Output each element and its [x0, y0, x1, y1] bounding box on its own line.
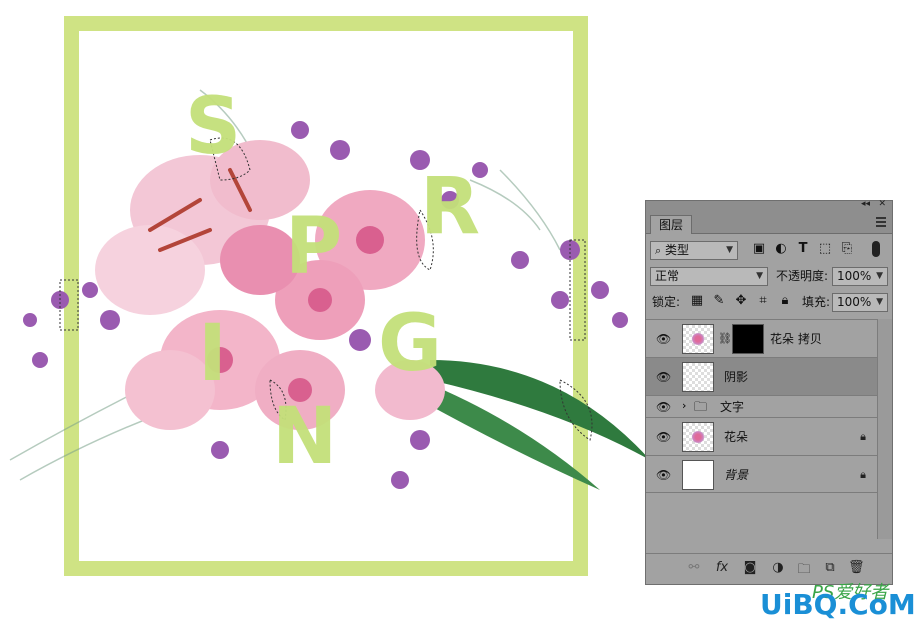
chevron-down-icon: ▼ [726, 245, 733, 255]
letter-n: N [272, 392, 338, 482]
fill-value: 100% [837, 295, 872, 309]
layer-thumbnail [682, 324, 714, 354]
letter-g: G [378, 299, 443, 389]
filter-kind-value: 类型 [665, 243, 690, 257]
layers-list: 👁︎ ⛓︎ 花朵 拷贝 👁︎ 阴影 👁︎ › 🗀 文字 👁︎ 花朵 🔒︎ 👁︎ … [646, 319, 878, 539]
new-layer-icon[interactable]: ⧉ [822, 560, 838, 575]
eye-icon[interactable]: 👁︎ [656, 332, 671, 346]
eye-icon[interactable]: 👁︎ [656, 370, 671, 384]
letter-i: I [198, 309, 228, 399]
chevron-down-icon: ▼ [756, 271, 763, 281]
filter-kind-dropdown[interactable]: ⌕ 类型 ▼ [650, 241, 738, 260]
layer-row-background[interactable]: 👁︎ 背景 🔒︎ [646, 455, 878, 493]
letter-s: S [185, 82, 242, 172]
canvas-artwork: S R P G I N [0, 0, 650, 620]
filter-toggle-icon[interactable] [872, 241, 880, 257]
link-layers-icon[interactable]: ⚯ [686, 560, 702, 575]
panel-tab-row: 图层 [646, 213, 892, 234]
type-filter-icon[interactable]: T [796, 242, 810, 256]
layer-row-text-group[interactable]: 👁︎ › 🗀 文字 [646, 395, 878, 417]
lock-artboard-icon[interactable]: ⌗ [756, 294, 770, 308]
layer-row-flower[interactable]: 👁︎ 花朵 🔒︎ [646, 417, 878, 455]
layer-name[interactable]: 背景 [724, 456, 748, 494]
delete-layer-icon[interactable]: 🗑︎ [848, 560, 865, 575]
fx-icon[interactable]: fx [714, 560, 730, 575]
fill-field[interactable]: 100% ▼ [832, 293, 888, 312]
close-icon[interactable]: ✕ [878, 199, 886, 209]
layers-scrollbar[interactable] [877, 319, 892, 539]
new-group-icon[interactable]: 🗀 [796, 560, 812, 582]
letter-p: P [285, 202, 343, 292]
filter-row: ⌕ 类型 ▼ ▣ ◐ T ⬚ ⎘ [646, 238, 892, 264]
shape-filter-icon[interactable]: ⬚ [818, 242, 832, 256]
tab-layers[interactable]: 图层 [650, 215, 693, 234]
layer-row-flower-copy[interactable]: 👁︎ ⛓︎ 花朵 拷贝 [646, 319, 878, 357]
panel-title-bar: ◂◂ ✕ [646, 199, 892, 213]
blend-mode-value: 正常 [655, 269, 680, 283]
chevron-down-icon: ▼ [876, 297, 883, 307]
search-icon: ⌕ [655, 244, 662, 257]
layer-row-shadow[interactable]: 👁︎ 阴影 [646, 357, 878, 395]
opacity-label: 不透明度: [776, 269, 829, 283]
blend-row: 正常 ▼ 不透明度: 100% ▼ [646, 264, 892, 290]
layers-panel: ◂◂ ✕ 图层 ⌕ 类型 ▼ ▣ ◐ T ⬚ ⎘ 正常 ▼ 不透明度: 100%… [645, 199, 893, 585]
adjustment-filter-icon[interactable]: ◐ [774, 242, 788, 256]
add-mask-icon[interactable]: ◙ [742, 560, 758, 575]
layer-name[interactable]: 花朵 拷贝 [770, 320, 822, 358]
layer-thumbnail [682, 362, 714, 392]
opacity-field[interactable]: 100% ▼ [832, 267, 888, 286]
lock-transparent-icon[interactable]: ▦ [690, 294, 704, 308]
layer-mask-thumbnail[interactable] [732, 324, 764, 354]
expand-chevron-icon[interactable]: › [682, 399, 686, 412]
lock-row: 锁定: ▦ ✎ ✥ ⌗ 🔒︎ 填充: 100% ▼ [646, 290, 892, 316]
lock-icon: 🔒︎ [860, 430, 866, 443]
eye-icon[interactable]: 👁︎ [656, 468, 671, 482]
smart-object-filter-icon[interactable]: ⎘ [840, 242, 854, 256]
layer-thumbnail [682, 460, 714, 490]
lock-all-icon[interactable]: 🔒︎ [778, 294, 792, 308]
link-chain-icon[interactable]: ⛓︎ [718, 332, 732, 345]
lock-pixels-icon[interactable]: ✎ [712, 294, 726, 308]
layer-name[interactable]: 花朵 [724, 418, 748, 456]
panel-menu-icon[interactable] [876, 217, 886, 229]
layer-name[interactable]: 文字 [720, 396, 744, 418]
image-filter-icon[interactable]: ▣ [752, 242, 766, 256]
lock-icon: 🔒︎ [860, 468, 866, 481]
layer-name[interactable]: 阴影 [724, 358, 748, 396]
adjustment-layer-icon[interactable]: ◑ [770, 560, 786, 575]
watermark-main-text: UiBQ.CoM [760, 588, 916, 621]
blend-mode-dropdown[interactable]: 正常 ▼ [650, 267, 768, 286]
collapse-icon[interactable]: ◂◂ [861, 199, 870, 209]
eye-icon[interactable]: 👁︎ [656, 400, 671, 414]
lock-label: 锁定: [652, 295, 681, 309]
chevron-down-icon: ▼ [876, 271, 883, 281]
eye-icon[interactable]: 👁︎ [656, 430, 671, 444]
lock-position-icon[interactable]: ✥ [734, 294, 748, 308]
letter-r: R [420, 162, 481, 252]
fill-label: 填充: [802, 295, 831, 309]
layer-thumbnail [682, 422, 714, 452]
opacity-value: 100% [837, 269, 872, 283]
